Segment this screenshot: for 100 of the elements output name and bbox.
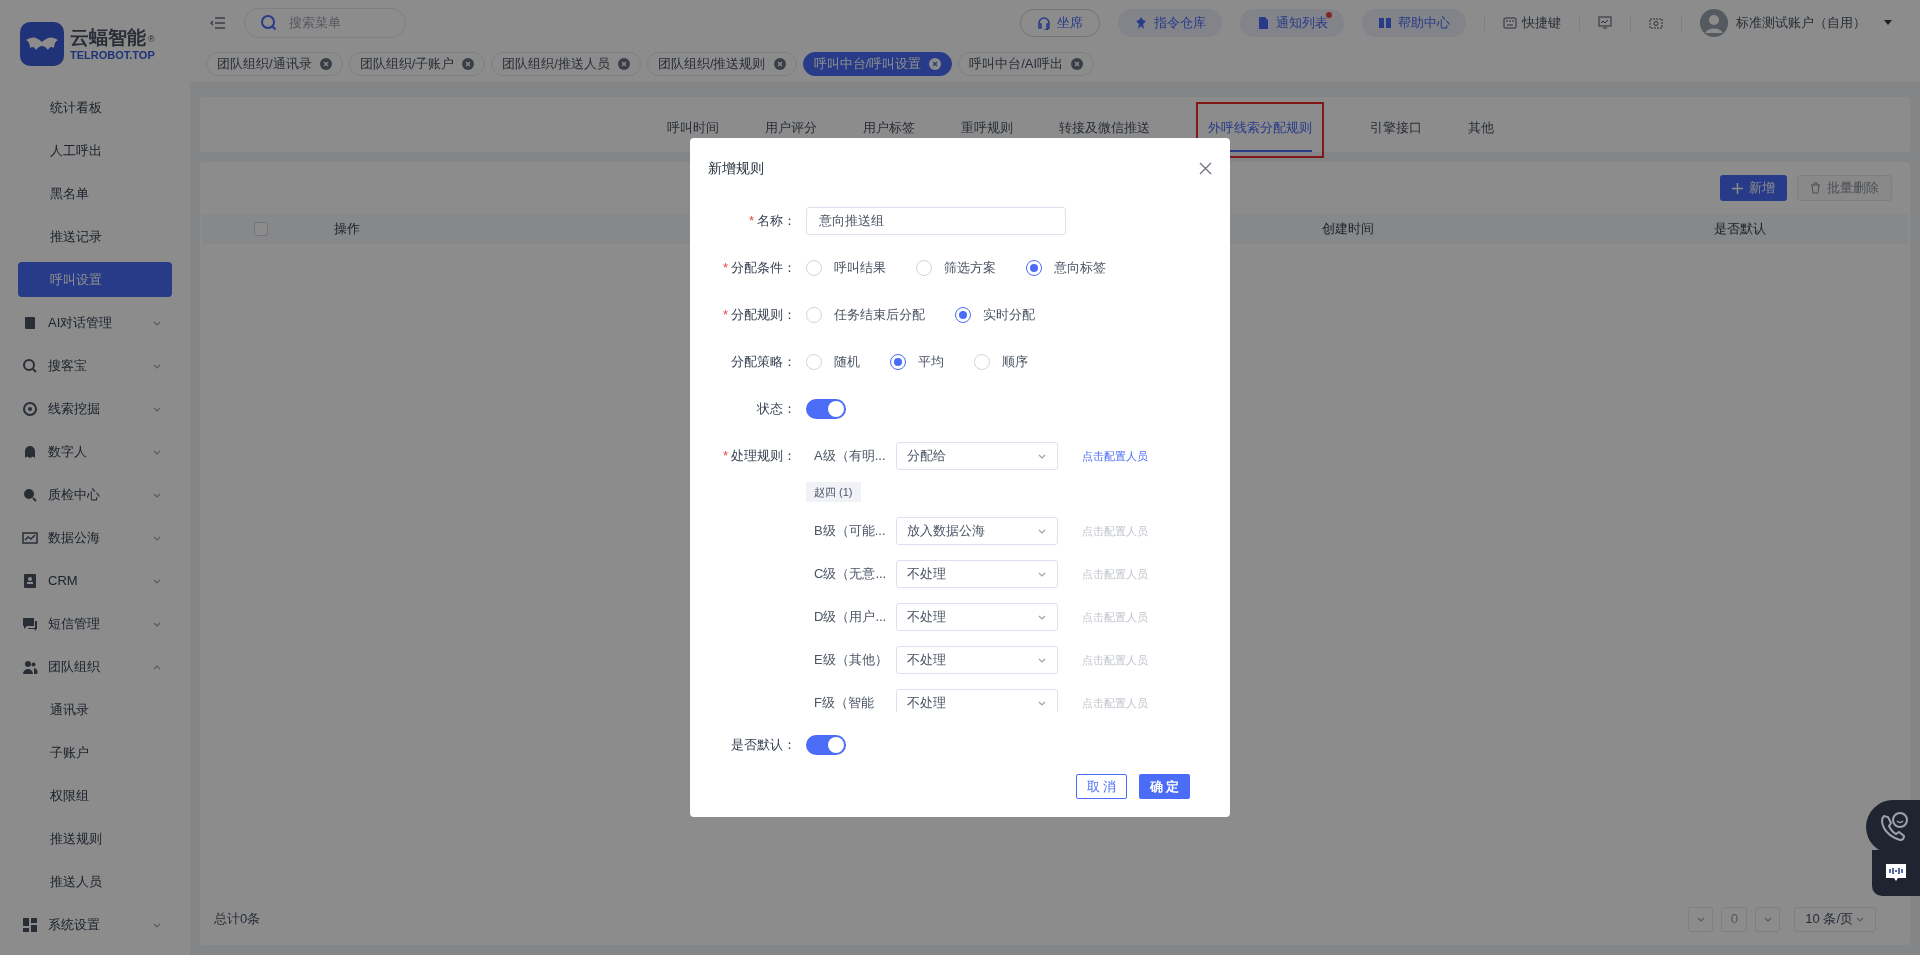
voice-chat-button[interactable] <box>1872 850 1920 896</box>
menu-item[interactable]: 推送人员 <box>18 864 172 899</box>
field-label: 分配规则： <box>731 306 796 325</box>
menu-collapse-icon[interactable] <box>210 15 226 30</box>
radio-label[interactable]: 呼叫结果 <box>834 258 886 278</box>
menu-item[interactable]: 推送规则 <box>18 821 172 856</box>
menu-group[interactable]: 质检中心 <box>18 477 172 512</box>
close-icon[interactable] <box>773 57 786 70</box>
radio-label[interactable]: 实时分配 <box>983 305 1035 325</box>
header-button[interactable]: 指令仓库 <box>1118 8 1222 37</box>
cancel-button[interactable]: 取 消 <box>1076 774 1127 799</box>
close-icon[interactable] <box>462 57 475 70</box>
book-icon <box>22 314 38 331</box>
level-label: F级（智能 <box>813 694 875 712</box>
toggle-switch[interactable] <box>806 735 846 755</box>
page-tag[interactable]: 团队组织/通讯录 <box>206 51 343 76</box>
menu-group[interactable]: 团队组织 <box>18 649 172 684</box>
confirm-button[interactable]: 确 定 <box>1139 774 1190 799</box>
tab[interactable]: 其他 <box>1467 106 1494 152</box>
page-tag[interactable]: 团队组织/子账户 <box>348 51 486 76</box>
toggle-switch[interactable] <box>806 399 846 419</box>
menu-group[interactable]: 线索挖掘 <box>18 391 172 426</box>
keyboard-icon <box>1503 16 1517 29</box>
menu-item[interactable]: 人工呼出 <box>18 133 172 168</box>
book-icon <box>1378 15 1392 30</box>
menu-group[interactable]: CRM <box>18 563 172 598</box>
field-label: 处理规则： <box>731 447 796 466</box>
header-button[interactable]: 坐席 <box>1020 8 1100 37</box>
radio-label[interactable]: 平均 <box>918 352 944 372</box>
field-label: 是否默认： <box>731 736 796 755</box>
required-mark: * <box>722 306 728 325</box>
required-mark: * <box>722 259 728 278</box>
field-label: 分配策略： <box>731 353 796 372</box>
shortcut-button[interactable]: 快捷键 <box>1503 12 1561 33</box>
header-button[interactable]: 通知列表 <box>1240 8 1344 37</box>
menu-item[interactable]: 通讯录 <box>18 692 172 727</box>
headset-icon <box>1037 15 1051 30</box>
grid-icon <box>22 916 38 933</box>
people-icon <box>22 658 38 675</box>
menu-item[interactable]: 权限组 <box>18 778 172 813</box>
field-label: 分配条件： <box>731 259 796 278</box>
level-label: C级（无意... <box>813 565 888 584</box>
menu-item[interactable]: 推送记录 <box>18 219 172 254</box>
trash-icon <box>1810 182 1821 194</box>
radio-label[interactable]: 筛选方案 <box>944 258 996 278</box>
menu-group[interactable]: 数据公海 <box>18 520 172 555</box>
radio-label[interactable]: 随机 <box>834 352 860 372</box>
required-mark: * <box>722 447 728 466</box>
page-tag[interactable]: 团队组织/推送人员 <box>491 51 641 76</box>
column-header: 操作 <box>334 220 360 239</box>
close-icon[interactable] <box>929 57 942 70</box>
dropdown-caret-icon[interactable] <box>1884 20 1892 25</box>
plus-icon <box>1732 182 1743 194</box>
level-label: B级（可能... <box>813 522 887 541</box>
page-tag[interactable]: 呼叫中台/AI呼出 <box>958 51 1095 76</box>
level-label: A级（有明... <box>813 447 887 466</box>
menu-group[interactable]: 数字人 <box>18 434 172 469</box>
document-icon <box>1256 15 1270 30</box>
column-header: 是否默认 <box>1714 220 1766 239</box>
add-button[interactable]: 新增 <box>1720 175 1787 201</box>
avatar-icon[interactable] <box>1700 8 1728 37</box>
logo-title: 云蝠智能 <box>70 27 146 47</box>
close-icon[interactable] <box>1199 162 1212 175</box>
close-icon[interactable] <box>617 57 630 70</box>
menu-group[interactable]: 短信管理 <box>18 606 172 641</box>
level-label: D级（用户... <box>813 608 888 627</box>
registered-mark: ® <box>148 33 155 46</box>
configure-staff-link[interactable]: 点击配置人员 <box>1082 447 1148 465</box>
close-icon[interactable] <box>319 57 332 70</box>
camera-icon[interactable] <box>1649 16 1663 29</box>
header-button[interactable]: 帮助中心 <box>1362 8 1466 37</box>
menu-item[interactable]: 统计看板 <box>18 90 172 125</box>
menu-item[interactable]: 黑名单 <box>18 176 172 211</box>
tab[interactable]: 引擎接口 <box>1369 106 1422 152</box>
name-field[interactable]: 意向推送组 <box>806 207 1066 235</box>
assignee-tag: 赵四 (1) <box>806 482 861 502</box>
page-tag[interactable]: 呼叫中台/呼叫设置 <box>802 51 953 76</box>
menu-item[interactable]: 呼叫设置 <box>18 262 172 297</box>
ghost-icon <box>22 443 38 460</box>
action-select[interactable]: 分配给 <box>896 442 1058 470</box>
radio-label[interactable]: 任务结束后分配 <box>834 305 925 325</box>
monitor-icon[interactable] <box>1598 16 1612 29</box>
search-icon <box>260 13 278 32</box>
contact-card-icon <box>22 572 38 589</box>
menu-group[interactable]: 系统设置 <box>18 907 172 942</box>
user-name[interactable]: 标准测试账户（自用） <box>1736 12 1866 33</box>
page-tag[interactable]: 团队组织/推送规则 <box>646 51 797 76</box>
logo-subtitle: TELROBOT.TOP <box>70 49 155 61</box>
radio-label[interactable]: 意向标签 <box>1054 258 1106 278</box>
menu-item[interactable]: 子账户 <box>18 735 172 770</box>
magnifier-icon <box>22 357 38 374</box>
chart-icon <box>22 529 38 546</box>
close-icon[interactable] <box>1071 57 1084 70</box>
bat-logo-icon <box>20 22 64 66</box>
radio-label[interactable]: 顺序 <box>1002 352 1028 372</box>
chat-icon <box>22 615 38 632</box>
menu-group[interactable]: AI对话管理 <box>18 305 172 340</box>
menu-group[interactable]: 搜客宝 <box>18 348 172 383</box>
select-all-checkbox[interactable] <box>254 222 268 236</box>
page-size-select[interactable]: 10 条/页 <box>1794 906 1876 932</box>
